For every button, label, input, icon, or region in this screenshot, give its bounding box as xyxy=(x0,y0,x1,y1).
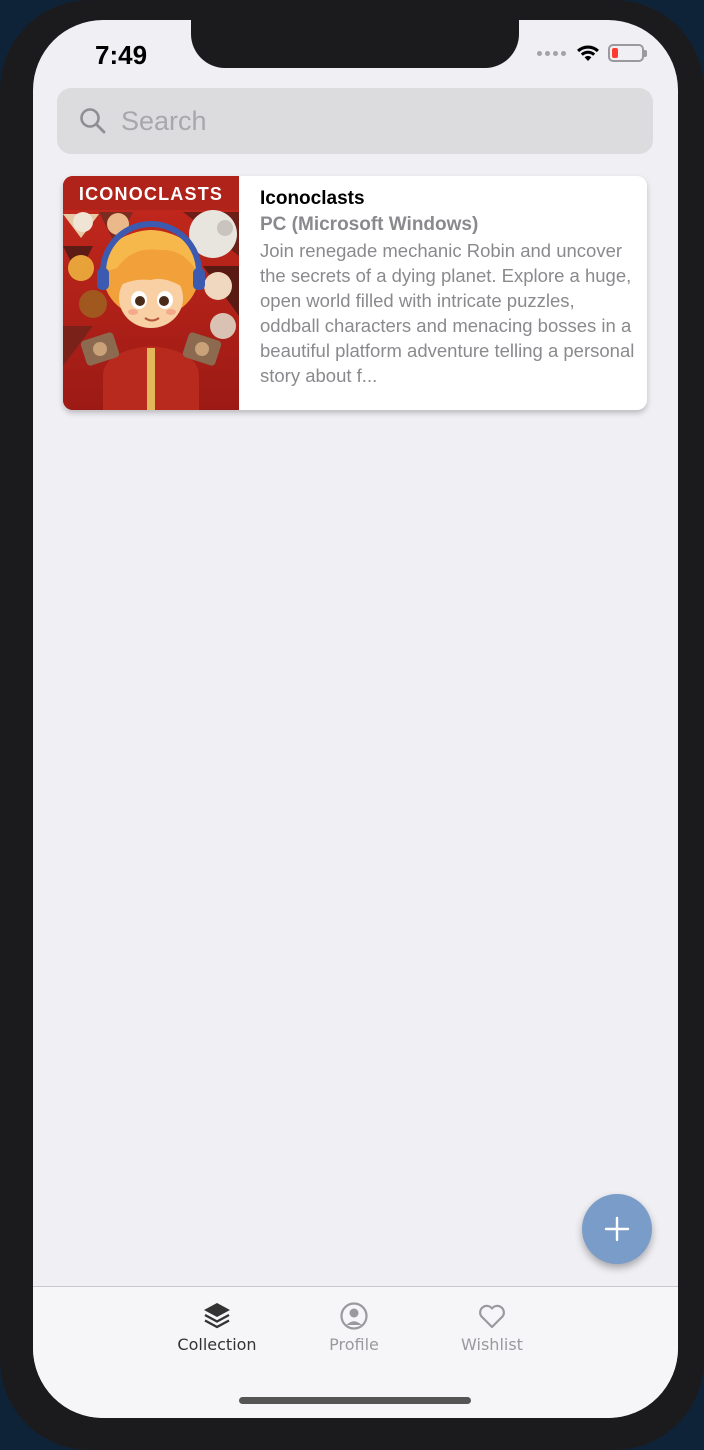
game-card-details: Iconoclasts PC (Microsoft Windows) Join … xyxy=(239,176,647,410)
tab-label: Collection xyxy=(177,1335,257,1354)
plus-icon xyxy=(604,1216,630,1242)
cover-title-text: ICONOCLASTS xyxy=(79,184,223,204)
tab-wishlist[interactable]: Wishlist xyxy=(432,1301,552,1354)
game-cover-image: ICONOCLASTS xyxy=(63,176,239,410)
heart-icon xyxy=(479,1304,505,1329)
tab-label: Profile xyxy=(329,1335,379,1354)
add-game-button[interactable] xyxy=(582,1194,652,1264)
game-platform: PC (Microsoft Windows) xyxy=(260,214,479,235)
battery-level xyxy=(612,48,618,58)
layers-icon xyxy=(204,1303,230,1329)
user-circle-icon xyxy=(340,1302,368,1330)
battery-icon xyxy=(608,44,647,62)
tab-label: Wishlist xyxy=(461,1335,523,1354)
tab-collection[interactable]: Collection xyxy=(157,1301,277,1354)
game-title: Iconoclasts xyxy=(260,188,365,209)
search-bar[interactable] xyxy=(57,88,653,154)
phone-frame: 7:49 Search ICONOCLASTS Iconoclasts PC (… xyxy=(0,0,704,1450)
app-screen: 7:49 Search ICONOCLASTS Iconoclasts PC (… xyxy=(33,20,678,1418)
home-indicator[interactable] xyxy=(239,1397,471,1404)
tab-profile[interactable]: Profile xyxy=(294,1301,414,1354)
game-card[interactable]: ICONOCLASTS Iconoclasts PC (Microsoft Wi… xyxy=(63,176,647,410)
wifi-icon xyxy=(577,45,599,61)
device-notch xyxy=(191,20,519,68)
status-icons xyxy=(537,44,647,62)
search-input[interactable] xyxy=(119,104,643,138)
game-description: Join renegade mechanic Robin and uncover… xyxy=(260,240,635,386)
cellular-signal-icon xyxy=(537,50,566,56)
status-time: 7:49 xyxy=(95,40,148,70)
search-icon xyxy=(80,108,106,134)
